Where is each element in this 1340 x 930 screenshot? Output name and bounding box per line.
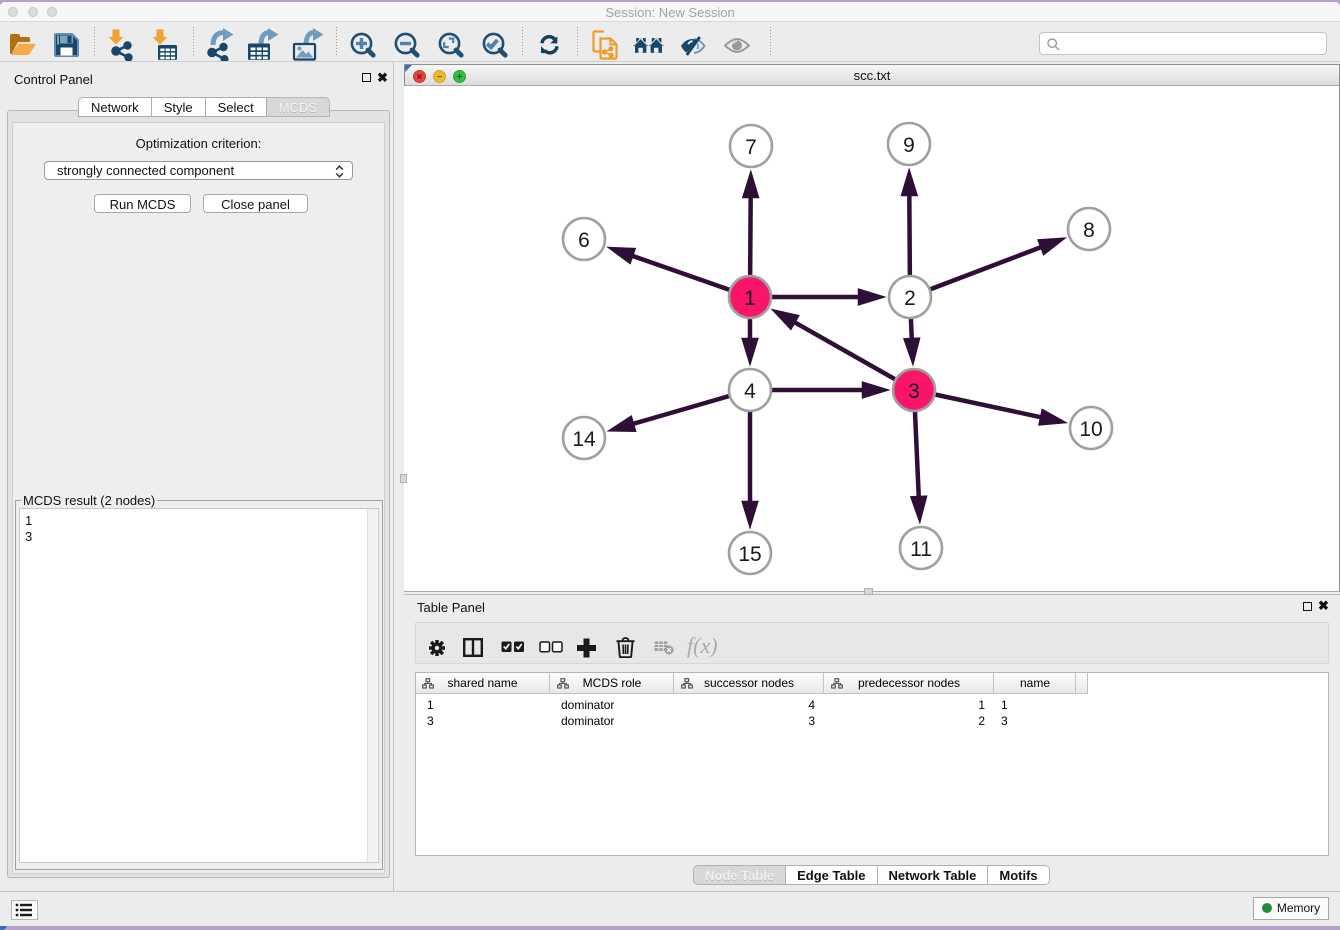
svg-text:7: 7 — [745, 136, 757, 159]
svg-text:15: 15 — [738, 543, 761, 566]
svg-text:3: 3 — [908, 380, 920, 403]
svg-text:10: 10 — [1079, 418, 1102, 441]
svg-text:2: 2 — [904, 287, 916, 310]
svg-text:6: 6 — [578, 229, 590, 252]
svg-text:9: 9 — [903, 134, 915, 157]
svg-text:1: 1 — [744, 287, 756, 310]
svg-text:8: 8 — [1083, 219, 1095, 242]
svg-text:4: 4 — [744, 380, 756, 403]
svg-text:14: 14 — [572, 428, 596, 451]
svg-text:11: 11 — [910, 538, 932, 561]
